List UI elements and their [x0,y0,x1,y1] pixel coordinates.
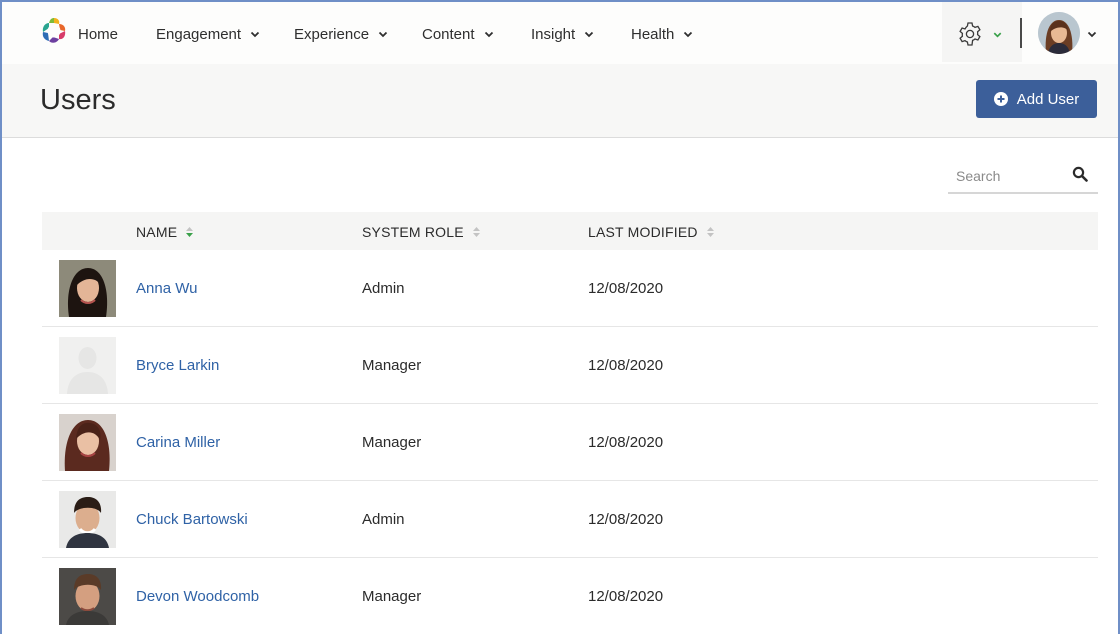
column-header-label: LAST MODIFIED [588,224,698,240]
nav-home[interactable]: Home [78,24,118,44]
user-name-link[interactable]: Chuck Bartowski [136,511,248,528]
nav-divider [1020,18,1022,48]
table-row[interactable]: Chuck Bartowski Admin 12/08/2020 [42,481,1098,558]
user-last-modified: 12/08/2020 [588,434,664,451]
chevron-down-icon [585,31,594,38]
table-header: NAME SYSTEM ROLE LAST MODIFIED [42,212,1098,250]
column-header-name[interactable]: NAME [136,224,194,240]
user-role: Admin [362,511,405,528]
search-icon[interactable] [1072,166,1088,182]
user-avatar-icon [1038,12,1080,54]
nav-engagement[interactable]: Engagement [156,24,261,44]
sort-icon [706,227,714,237]
avatar[interactable] [1038,12,1080,54]
nav-content[interactable]: Content [422,24,495,44]
user-photo [59,260,116,317]
user-photo [59,414,116,471]
nav-engagement-label: Engagement [156,25,242,43]
chevron-down-icon[interactable] [1086,28,1098,40]
search-box [948,158,1098,194]
nav-experience-label: Experience [294,25,370,43]
table-row[interactable]: Anna Wu Admin 12/08/2020 [42,250,1098,327]
user-name-link[interactable]: Anna Wu [136,280,197,297]
sort-icon [186,227,194,237]
table-row[interactable]: Devon Woodcomb Manager 12/08/2020 [42,558,1098,634]
nav-insight-label: Insight [531,25,576,43]
user-photo [59,568,116,625]
user-name-link[interactable]: Devon Woodcomb [136,588,259,605]
user-photo-icon [59,414,116,471]
user-photo-icon [59,491,116,548]
table-row[interactable]: Carina Miller Manager 12/08/2020 [42,404,1098,481]
logo-icon[interactable] [38,15,70,47]
column-header-last-modified[interactable]: LAST MODIFIED [588,224,715,240]
user-role: Manager [362,588,422,605]
page-header: Users Add User [2,64,1118,138]
nav-content-label: Content [422,25,475,43]
nav-insight[interactable]: Insight [531,24,595,44]
user-name-link[interactable]: Bryce Larkin [136,357,219,374]
chevron-down-icon [684,31,693,38]
nav-health-label: Health [631,25,675,43]
user-last-modified: 12/08/2020 [588,511,664,528]
user-role: Manager [362,357,422,374]
gear-icon[interactable] [957,21,983,47]
top-navigation: Home Engagement Experience Content Insig… [2,2,1118,64]
nav-health[interactable]: Health [631,24,694,44]
add-user-label: Add User [1016,90,1080,108]
plus-circle-icon [993,92,1008,106]
user-photo [59,491,116,548]
user-name-link[interactable]: Carina Miller [136,434,220,451]
app-window: Home Engagement Experience Content Insig… [0,0,1120,634]
chevron-down-icon [484,31,493,38]
chevron-down-icon[interactable] [992,29,1003,40]
user-last-modified: 12/08/2020 [588,588,664,605]
user-photo-placeholder [59,337,116,394]
page-title: Users [40,84,116,116]
column-header-system-role[interactable]: SYSTEM ROLE [362,224,481,240]
column-header-label: SYSTEM ROLE [362,224,464,240]
sort-icon [472,227,480,237]
user-role: Manager [362,434,422,451]
column-header-label: NAME [136,224,178,240]
add-user-button[interactable]: Add User [976,80,1097,118]
user-photo-icon [59,568,116,625]
user-last-modified: 12/08/2020 [588,357,664,374]
chevron-down-icon [250,31,260,38]
user-last-modified: 12/08/2020 [588,280,664,297]
user-role: Admin [362,280,405,297]
search-input[interactable] [956,162,1066,190]
chevron-down-icon [378,31,388,38]
table-row[interactable]: Bryce Larkin Manager 12/08/2020 [42,327,1098,404]
nav-experience[interactable]: Experience [294,24,389,44]
nav-home-label: Home [78,25,119,43]
user-placeholder-icon [59,337,116,394]
user-photo-icon [59,260,116,317]
